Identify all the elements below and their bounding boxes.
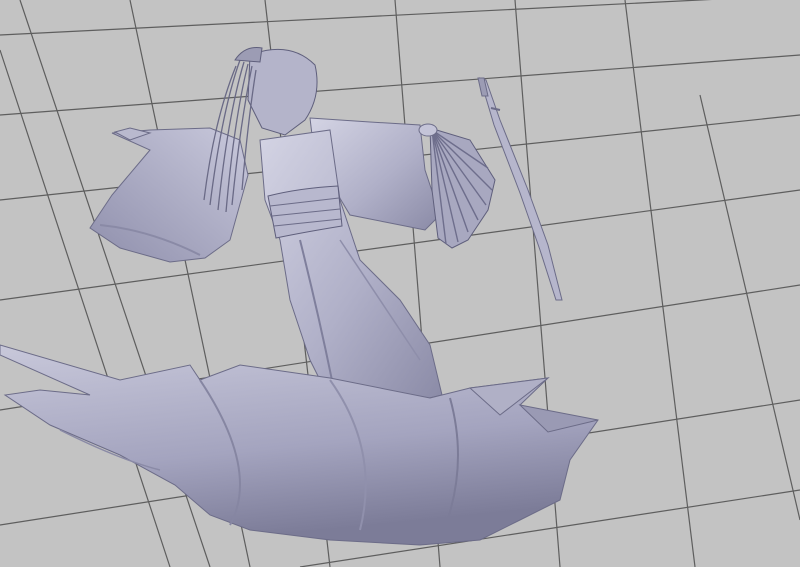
base-wave-model[interactable] (0, 344, 599, 546)
3d-viewport[interactable] (0, 0, 800, 567)
viewport-canvas[interactable] (0, 0, 800, 567)
left-sleeve-model[interactable] (89, 127, 249, 263)
